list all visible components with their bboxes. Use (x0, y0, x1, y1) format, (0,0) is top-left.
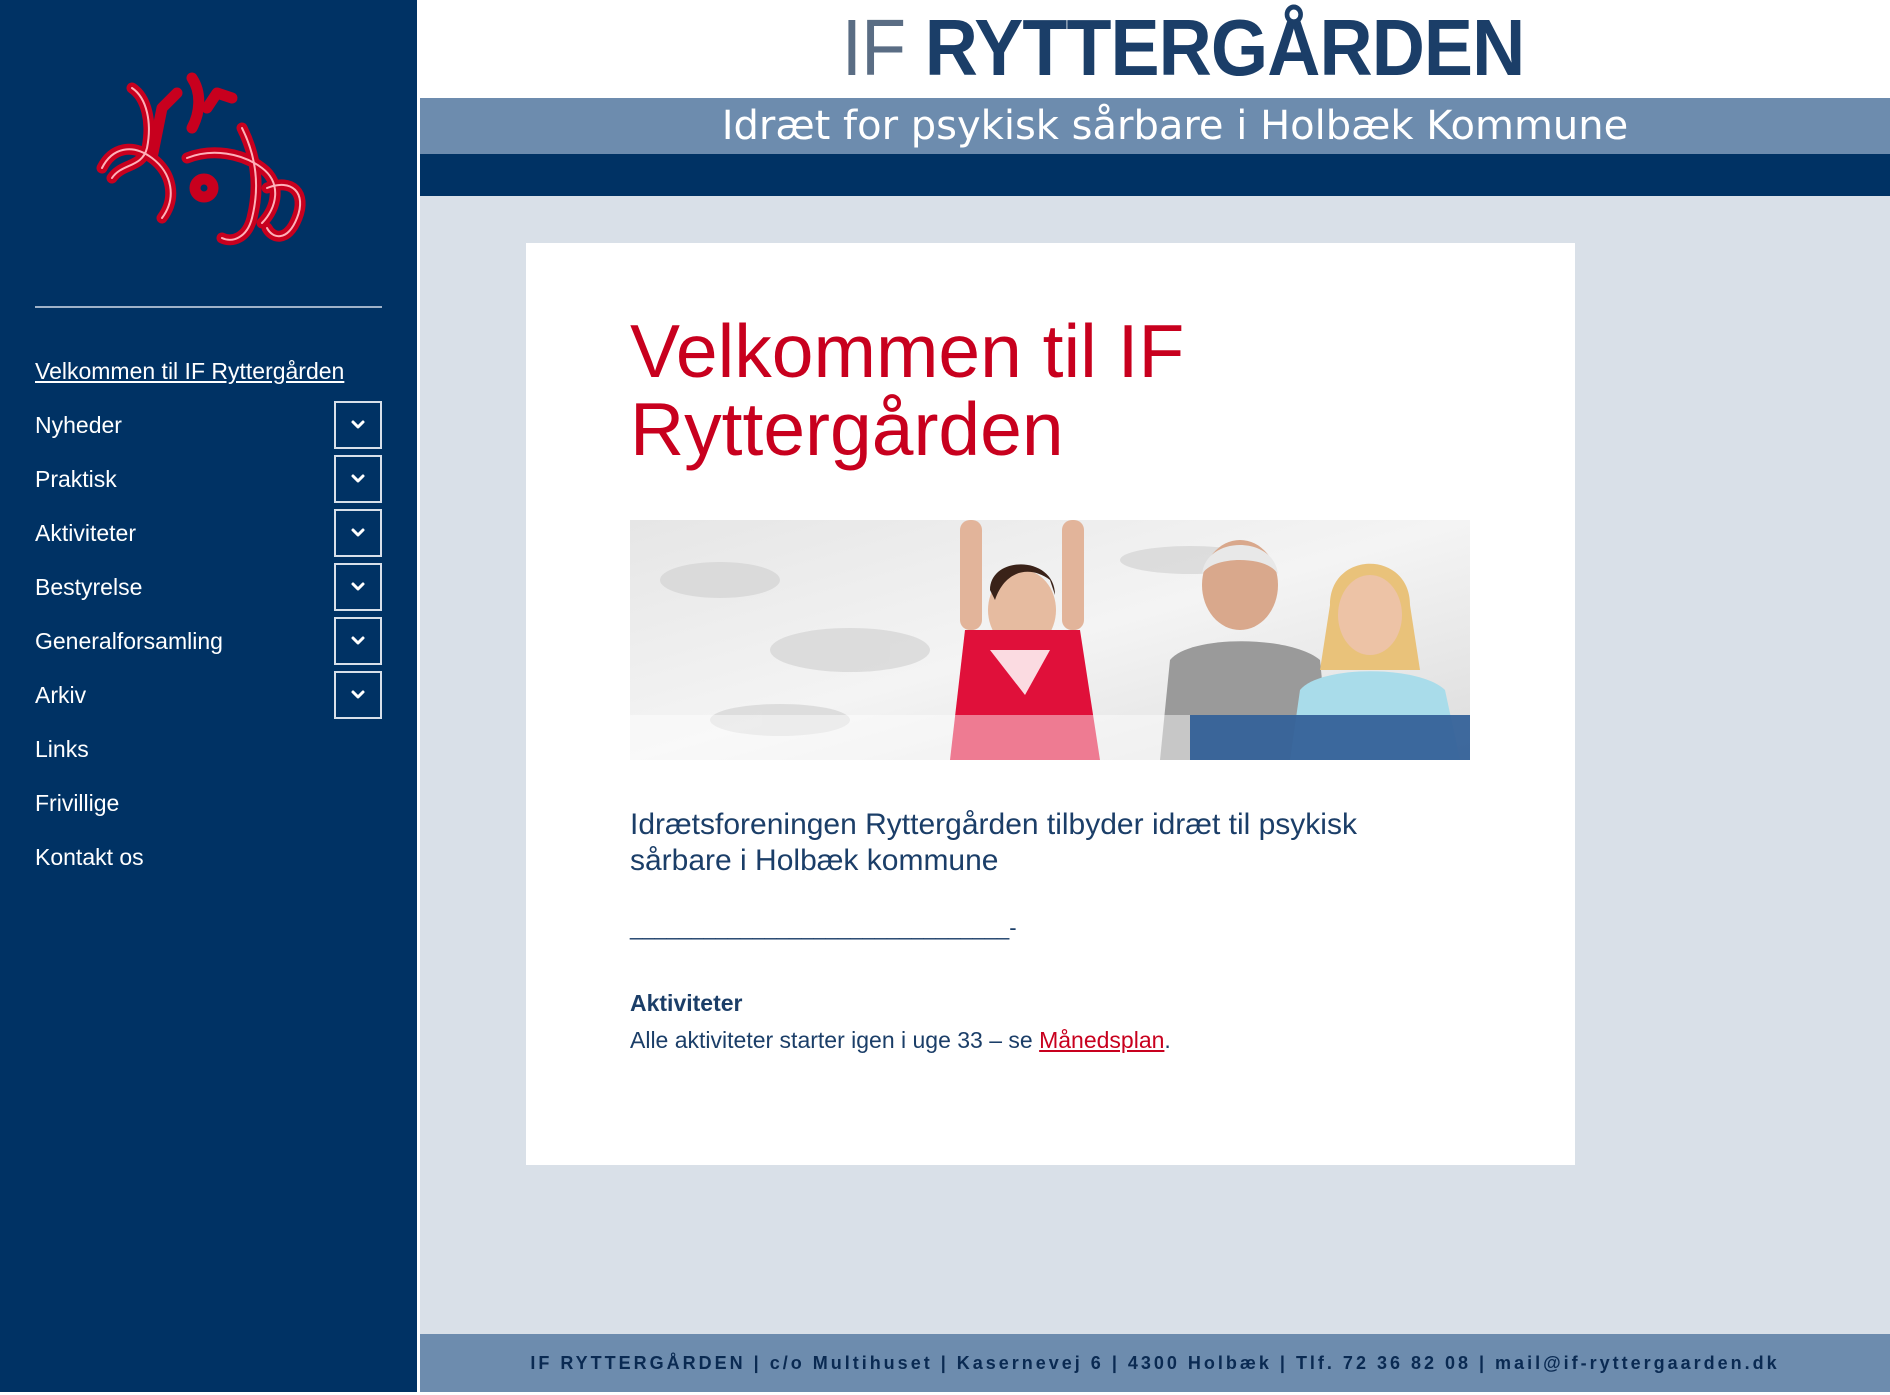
intro-text: Idrætsforeningen Ryttergården tilbyder i… (630, 808, 1357, 877)
section-text-before: Alle aktiviteter starter igen i uge 33 –… (630, 1027, 1040, 1053)
manedsplan-link[interactable]: Månedsplan (1039, 1027, 1164, 1053)
submenu-toggle-arkiv[interactable] (334, 671, 382, 719)
nav-item-label[interactable]: Frivillige (35, 790, 119, 817)
submenu-toggle-generalforsamling[interactable] (334, 617, 382, 665)
nav-item-links[interactable]: Links (35, 722, 382, 776)
nav-item-label[interactable]: Nyheder (35, 412, 122, 439)
nav-item-aktiviteter[interactable]: Aktiviteter (35, 506, 382, 560)
separator-line: _______________________________- (630, 915, 1017, 940)
submenu-toggle-bestyrelse[interactable] (334, 563, 382, 611)
section-heading-aktiviteter: Aktiviteter (630, 990, 743, 1016)
site-title-prefix: IF (841, 3, 906, 92)
site-tagline: Idræt for psykisk sårbare i Holbæk Kommu… (721, 103, 1629, 149)
nav-item-praktisk[interactable]: Praktisk (35, 452, 382, 506)
site-title[interactable]: IF RYTTERGÅRDEN (481, 8, 1885, 88)
nav-item-label[interactable]: Bestyrelse (35, 574, 142, 601)
nav-item-label[interactable]: Praktisk (35, 466, 117, 493)
nav-item-label[interactable]: Arkiv (35, 682, 86, 709)
chevron-down-icon (351, 528, 365, 537)
footer-contact-text: IF RYTTERGÅRDEN | c/o Multihuset | Kaser… (530, 1353, 1780, 1373)
nav-item-frivillige[interactable]: Frivillige (35, 776, 382, 830)
section-text-after: . (1164, 1027, 1171, 1053)
nav-item-label[interactable]: Links (35, 736, 89, 763)
chevron-down-icon (351, 582, 365, 591)
club-logo[interactable] (92, 68, 324, 260)
section-text: Alle aktiviteter starter igen i uge 33 –… (630, 1027, 1171, 1054)
nav-item-arkiv[interactable]: Arkiv (35, 668, 382, 722)
submenu-toggle-nyheder[interactable] (334, 401, 382, 449)
chevron-down-icon (351, 474, 365, 483)
nav-item-label[interactable]: Velkommen til IF Ryttergården (35, 358, 344, 385)
hero-image (630, 520, 1470, 760)
submenu-toggle-praktisk[interactable] (334, 455, 382, 503)
chevron-down-icon (351, 636, 365, 645)
nav-item-generalforsamling[interactable]: Generalforsamling (35, 614, 382, 668)
nav-item-label[interactable]: Generalforsamling (35, 628, 223, 655)
chevron-down-icon (351, 420, 365, 429)
nav-item-kontakt[interactable]: Kontakt os (35, 830, 382, 884)
site-title-main: RYTTERGÅRDEN (924, 3, 1526, 92)
chevron-down-icon (351, 690, 365, 699)
nav-item-label[interactable]: Aktiviteter (35, 520, 136, 547)
page-title: Velkommen til IF Ryttergården (630, 309, 1185, 471)
nav-item-bestyrelse[interactable]: Bestyrelse (35, 560, 382, 614)
submenu-toggle-aktiviteter[interactable] (334, 509, 382, 557)
header-bar (420, 154, 1890, 196)
main-navigation: Velkommen til IF Ryttergården Nyheder Pr… (35, 344, 382, 884)
nav-item-nyheder[interactable]: Nyheder (35, 398, 382, 452)
nav-item-label[interactable]: Kontakt os (35, 844, 144, 871)
nav-item-velkommen[interactable]: Velkommen til IF Ryttergården (35, 344, 382, 398)
sidebar: Velkommen til IF Ryttergården Nyheder Pr… (0, 0, 417, 1392)
sidebar-divider (35, 306, 382, 308)
